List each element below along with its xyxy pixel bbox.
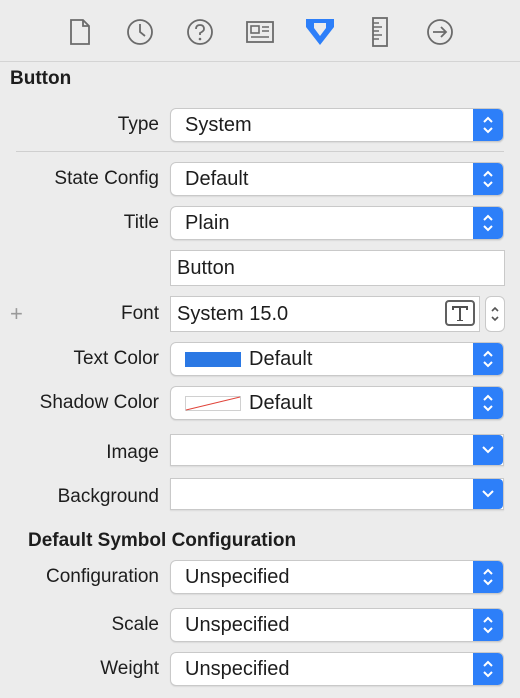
- identity-inspector-icon[interactable]: [243, 15, 277, 49]
- updown-chevron-icon: [473, 561, 503, 593]
- updown-chevron-icon: [473, 609, 503, 641]
- configuration-popup[interactable]: Unspecified: [170, 560, 504, 594]
- background-label: Background: [57, 486, 159, 507]
- configuration-value: Unspecified: [185, 566, 290, 588]
- updown-chevron-icon: [473, 653, 503, 685]
- text-color-popup[interactable]: Default: [170, 342, 504, 376]
- connections-arrow-icon[interactable]: [423, 15, 457, 49]
- shadow-color-label: Shadow Color: [39, 392, 159, 413]
- title-popup[interactable]: Plain: [170, 206, 504, 240]
- title-text-value: Button: [177, 257, 235, 279]
- section-divider: [16, 151, 504, 152]
- chevron-down-icon[interactable]: [473, 479, 503, 509]
- updown-chevron-icon: [473, 387, 503, 419]
- scale-value: Unspecified: [185, 614, 290, 636]
- scale-label: Scale: [111, 614, 159, 635]
- image-label: Image: [106, 442, 159, 463]
- updown-chevron-icon: [473, 207, 503, 239]
- weight-popup[interactable]: Unspecified: [170, 652, 504, 686]
- weight-label: Weight: [100, 658, 159, 679]
- attributes-inspector-icon[interactable]: [303, 15, 337, 49]
- title-label: Title: [123, 212, 159, 233]
- add-variation-button[interactable]: +: [10, 297, 23, 331]
- text-color-label: Text Color: [73, 348, 159, 369]
- help-icon[interactable]: [183, 15, 217, 49]
- section-title-button: Button: [10, 68, 72, 89]
- history-clock-icon[interactable]: [123, 15, 157, 49]
- state-config-popup[interactable]: Default: [170, 162, 504, 196]
- text-color-value: Default: [249, 348, 313, 370]
- font-label: Font: [120, 303, 159, 324]
- title-value: Plain: [185, 212, 230, 234]
- size-inspector-ruler-icon[interactable]: [363, 15, 397, 49]
- configuration-label: Configuration: [45, 566, 159, 587]
- shadow-color-swatch: [185, 396, 241, 411]
- type-label: Type: [117, 114, 159, 135]
- font-size-stepper[interactable]: [485, 296, 505, 332]
- file-icon[interactable]: [63, 15, 97, 49]
- state-config-value: Default: [185, 168, 249, 190]
- shadow-color-popup[interactable]: Default: [170, 386, 504, 420]
- state-config-label: State Config: [54, 168, 159, 189]
- chevron-down-icon[interactable]: [473, 435, 503, 465]
- updown-chevron-icon: [473, 109, 503, 141]
- font-field[interactable]: System 15.0: [170, 296, 480, 332]
- font-picker-icon[interactable]: [445, 300, 475, 326]
- weight-value: Unspecified: [185, 658, 290, 680]
- section-title-symbol-configuration: Default Symbol Configuration: [28, 530, 297, 551]
- shadow-color-value: Default: [249, 392, 313, 414]
- title-text-field[interactable]: Button: [170, 250, 505, 286]
- text-color-swatch: [185, 352, 241, 367]
- inspector-toolbar: [0, 0, 520, 62]
- background-combobox[interactable]: [170, 478, 504, 510]
- type-value: System: [185, 114, 252, 136]
- updown-chevron-icon: [473, 343, 503, 375]
- image-combobox[interactable]: [170, 434, 504, 466]
- type-popup[interactable]: System: [170, 108, 504, 142]
- font-value: System 15.0: [177, 303, 289, 325]
- scale-popup[interactable]: Unspecified: [170, 608, 504, 642]
- updown-chevron-icon: [473, 163, 503, 195]
